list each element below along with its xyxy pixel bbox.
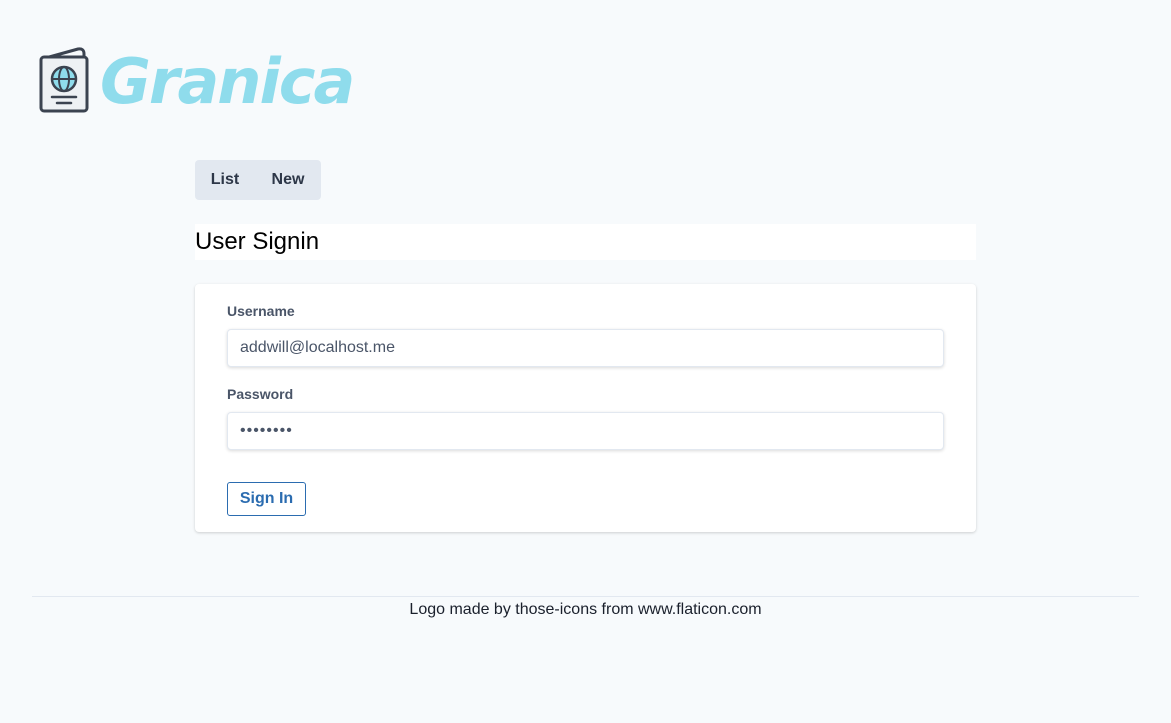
new-button[interactable]: New xyxy=(255,160,321,200)
username-input[interactable] xyxy=(227,329,944,367)
password-label: Password xyxy=(227,386,294,402)
footer-divider xyxy=(32,596,1139,597)
list-button[interactable]: List xyxy=(195,160,255,200)
username-label: Username xyxy=(227,303,295,319)
password-input[interactable] xyxy=(227,412,944,450)
footer-credit: Logo made by those-icons from www.flatic… xyxy=(409,601,762,618)
signin-form-card: Username Password Sign In xyxy=(195,284,976,532)
top-nav: List New xyxy=(195,160,321,200)
passport-icon xyxy=(39,47,89,113)
page-title: User Signin xyxy=(195,224,976,260)
sign-in-button[interactable]: Sign In xyxy=(227,482,306,516)
site-header: Granica xyxy=(38,44,355,118)
brand-logo-text: Granica xyxy=(100,45,355,118)
